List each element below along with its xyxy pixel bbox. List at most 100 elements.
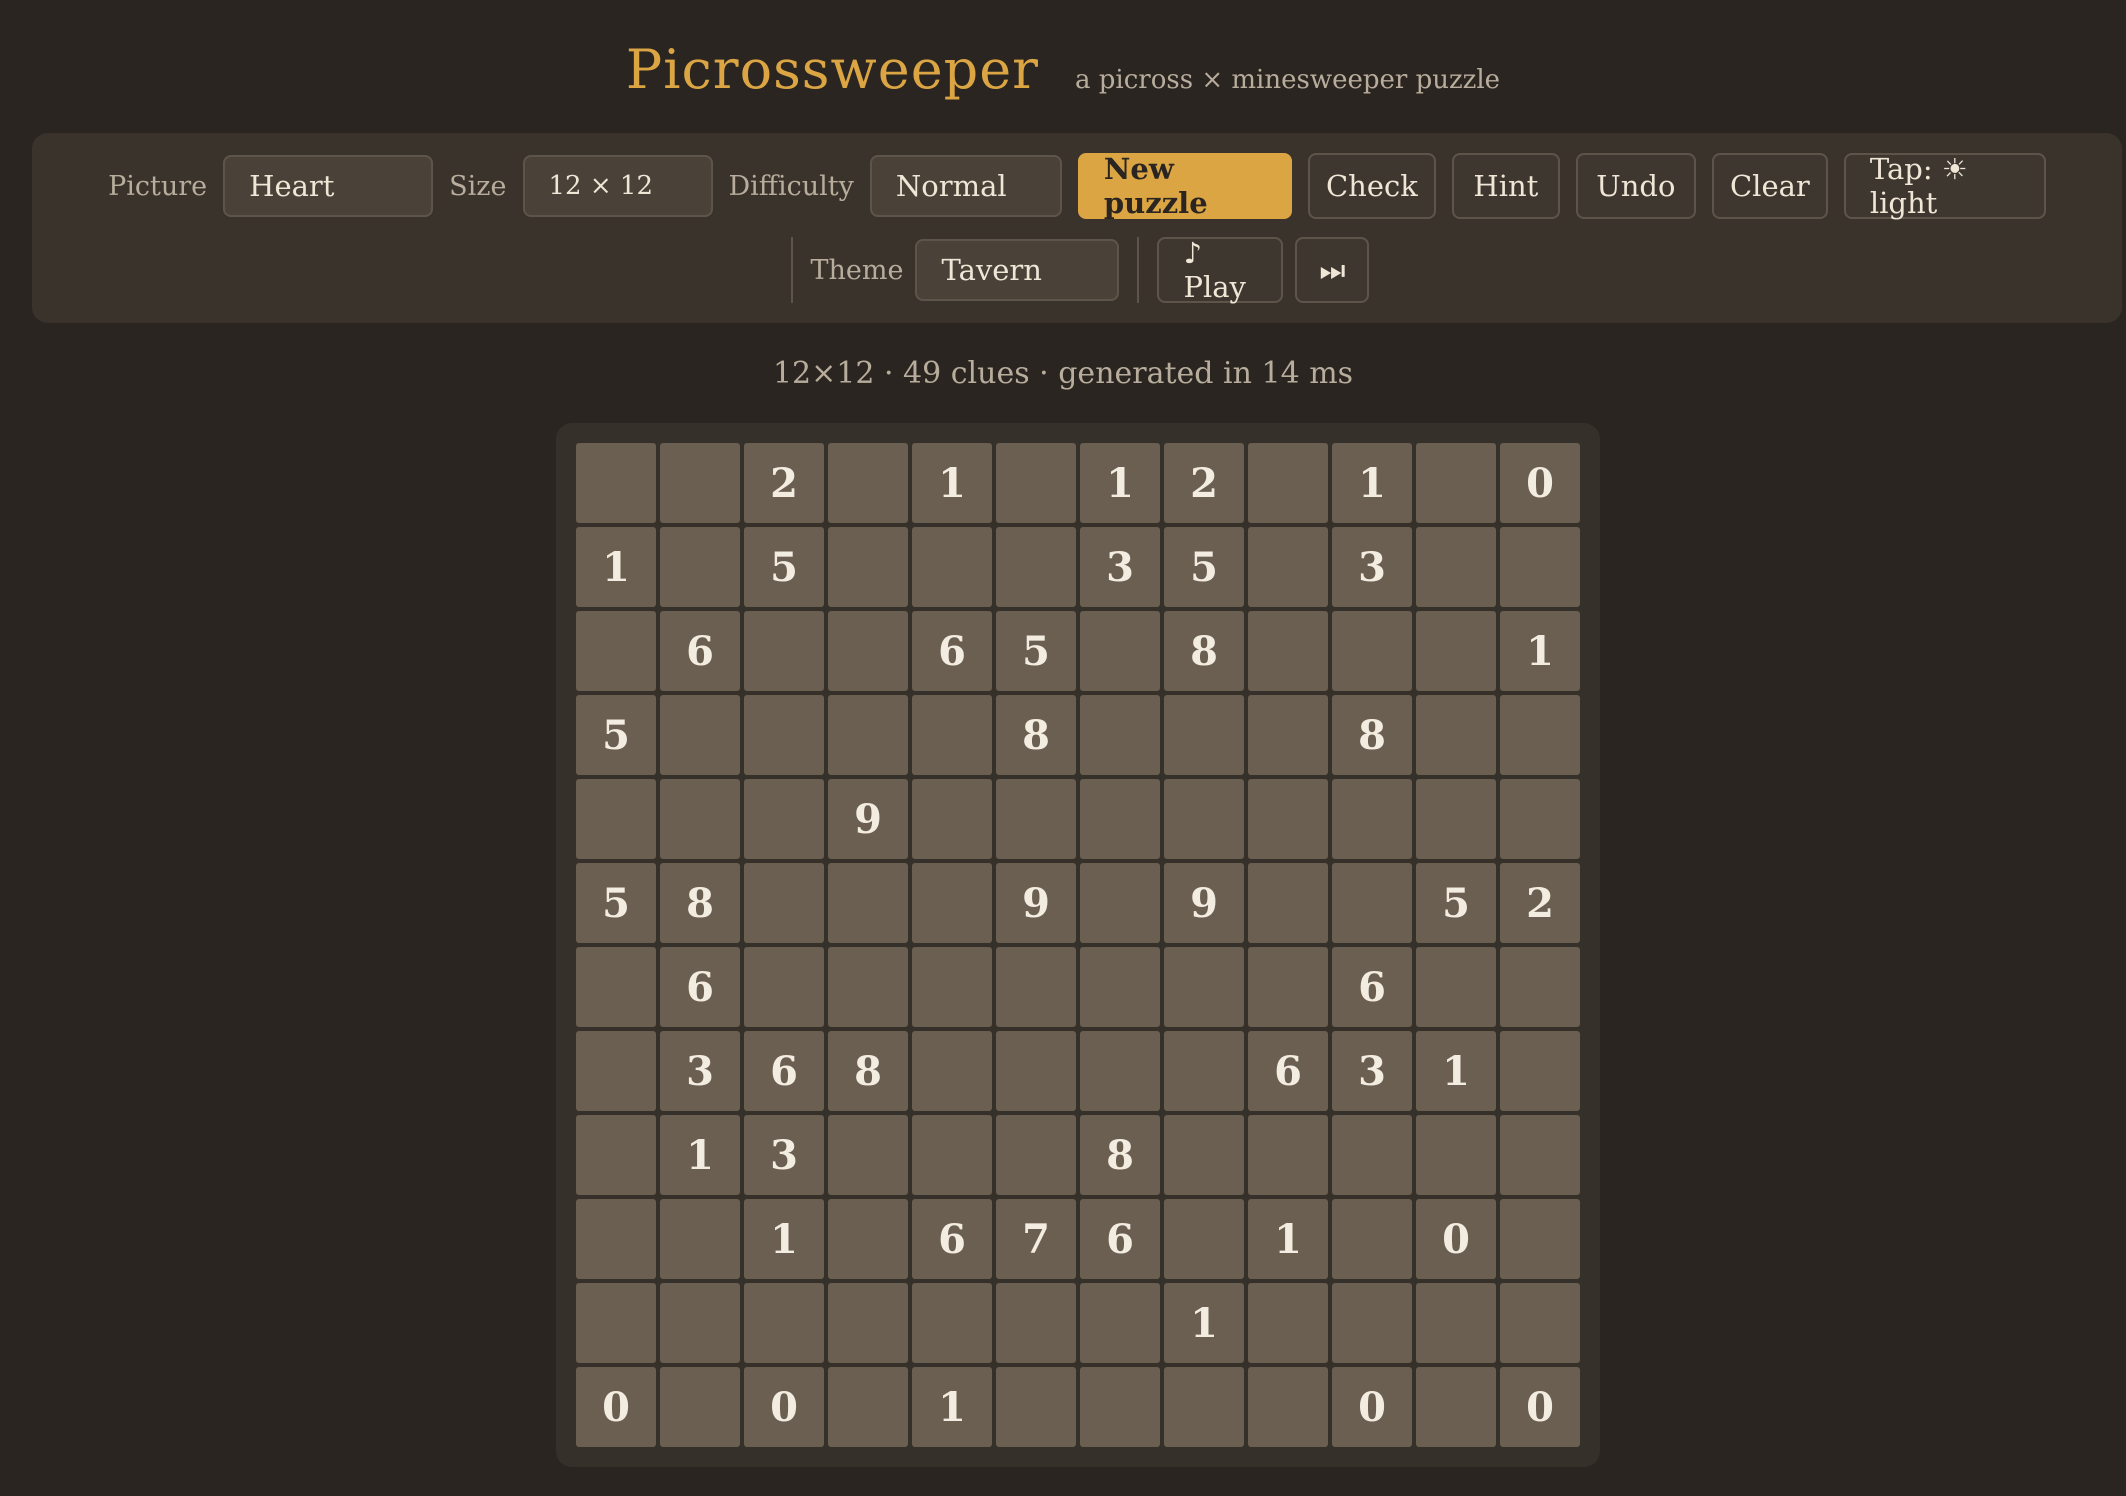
board-cell[interactable]: [1248, 1367, 1328, 1447]
board-cell[interactable]: 3: [744, 1115, 824, 1195]
size-select[interactable]: 12 × 12: [522, 155, 713, 217]
board-cell[interactable]: [912, 1283, 992, 1363]
board-cell[interactable]: [1416, 947, 1496, 1027]
board-cell[interactable]: 1: [1080, 443, 1160, 523]
board-cell[interactable]: 6: [912, 1199, 992, 1279]
board-cell[interactable]: [1416, 1283, 1496, 1363]
board-cell[interactable]: [1416, 611, 1496, 691]
board-cell[interactable]: 6: [744, 1031, 824, 1111]
board-cell[interactable]: [1416, 443, 1496, 523]
board-cell[interactable]: [996, 1367, 1076, 1447]
board-cell[interactable]: [996, 1031, 1076, 1111]
board-cell[interactable]: [1416, 779, 1496, 859]
board-cell[interactable]: 0: [1332, 1367, 1412, 1447]
board-cell[interactable]: [996, 443, 1076, 523]
board-cell[interactable]: 6: [1332, 947, 1412, 1027]
board-cell[interactable]: [828, 1115, 908, 1195]
board-cell[interactable]: [1500, 1199, 1580, 1279]
board-cell[interactable]: [1164, 1367, 1244, 1447]
board-cell[interactable]: [576, 947, 656, 1027]
board-cell[interactable]: [1164, 695, 1244, 775]
board-cell[interactable]: [996, 527, 1076, 607]
board-cell[interactable]: [1248, 611, 1328, 691]
board-cell[interactable]: 0: [576, 1367, 656, 1447]
board-cell[interactable]: [576, 1115, 656, 1195]
board-cell[interactable]: [828, 863, 908, 943]
board-cell[interactable]: [576, 779, 656, 859]
board-cell[interactable]: 7: [996, 1199, 1076, 1279]
board-cell[interactable]: [1500, 947, 1580, 1027]
board-cell[interactable]: 0: [744, 1367, 824, 1447]
board-cell[interactable]: [1164, 1115, 1244, 1195]
board-cell[interactable]: 1: [1500, 611, 1580, 691]
board-cell[interactable]: [828, 1283, 908, 1363]
board-cell[interactable]: [660, 1199, 740, 1279]
board-cell[interactable]: [1332, 1283, 1412, 1363]
board-cell[interactable]: [1416, 1115, 1496, 1195]
board-cell[interactable]: [576, 611, 656, 691]
board-cell[interactable]: [1416, 695, 1496, 775]
board-cell[interactable]: [1164, 779, 1244, 859]
board-cell[interactable]: [828, 947, 908, 1027]
board-cell[interactable]: [1164, 947, 1244, 1027]
skip-track-button[interactable]: ⏭: [1295, 237, 1370, 303]
board-cell[interactable]: 0: [1416, 1199, 1496, 1279]
board-cell[interactable]: [828, 1367, 908, 1447]
board-cell[interactable]: [576, 443, 656, 523]
board-cell[interactable]: [660, 1283, 740, 1363]
board-cell[interactable]: 6: [912, 611, 992, 691]
board-cell[interactable]: [1248, 527, 1328, 607]
board-cell[interactable]: [660, 779, 740, 859]
board-cell[interactable]: [1248, 863, 1328, 943]
board-cell[interactable]: [744, 1283, 824, 1363]
board-cell[interactable]: [576, 1283, 656, 1363]
board-cell[interactable]: 2: [744, 443, 824, 523]
board-cell[interactable]: [660, 527, 740, 607]
board-cell[interactable]: 8: [996, 695, 1076, 775]
board-cell[interactable]: 2: [1500, 863, 1580, 943]
board-cell[interactable]: 6: [660, 611, 740, 691]
board-cell[interactable]: 6: [1080, 1199, 1160, 1279]
board-cell[interactable]: [828, 611, 908, 691]
board-cell[interactable]: 2: [1164, 443, 1244, 523]
board-cell[interactable]: [828, 527, 908, 607]
board-cell[interactable]: [1248, 1283, 1328, 1363]
check-button[interactable]: Check: [1307, 153, 1436, 219]
board-cell[interactable]: [1500, 527, 1580, 607]
board-cell[interactable]: 1: [1248, 1199, 1328, 1279]
board-cell[interactable]: [912, 863, 992, 943]
board-cell[interactable]: 8: [1332, 695, 1412, 775]
board-cell[interactable]: [1332, 1199, 1412, 1279]
board-cell[interactable]: [744, 863, 824, 943]
board-cell[interactable]: [1248, 695, 1328, 775]
board-cell[interactable]: [1080, 779, 1160, 859]
board-cell[interactable]: 5: [1416, 863, 1496, 943]
board-cell[interactable]: 8: [660, 863, 740, 943]
board-cell[interactable]: 1: [1416, 1031, 1496, 1111]
board-cell[interactable]: 9: [1164, 863, 1244, 943]
board-cell[interactable]: [660, 695, 740, 775]
board-cell[interactable]: [744, 695, 824, 775]
board-cell[interactable]: [660, 443, 740, 523]
board-cell[interactable]: [912, 695, 992, 775]
board-cell[interactable]: 5: [996, 611, 1076, 691]
board-cell[interactable]: 0: [1500, 1367, 1580, 1447]
board-cell[interactable]: [1080, 611, 1160, 691]
hint-button[interactable]: Hint: [1451, 153, 1560, 219]
board-cell[interactable]: 1: [1164, 1283, 1244, 1363]
board-cell[interactable]: 1: [660, 1115, 740, 1195]
board-cell[interactable]: [828, 1199, 908, 1279]
board-cell[interactable]: 9: [828, 779, 908, 859]
board-cell[interactable]: [1416, 1367, 1496, 1447]
board-cell[interactable]: 5: [744, 527, 824, 607]
tap-mode-button[interactable]: Tap: ☀ light: [1843, 152, 2046, 220]
new-puzzle-button[interactable]: New puzzle: [1077, 152, 1292, 220]
board-cell[interactable]: 9: [996, 863, 1076, 943]
board-cell[interactable]: [1080, 695, 1160, 775]
board-cell[interactable]: [1248, 443, 1328, 523]
picture-select[interactable]: Heart: [223, 155, 434, 217]
board-cell[interactable]: [1332, 611, 1412, 691]
board-cell[interactable]: 3: [1332, 527, 1412, 607]
board-cell[interactable]: [996, 779, 1076, 859]
board-cell[interactable]: 5: [576, 863, 656, 943]
